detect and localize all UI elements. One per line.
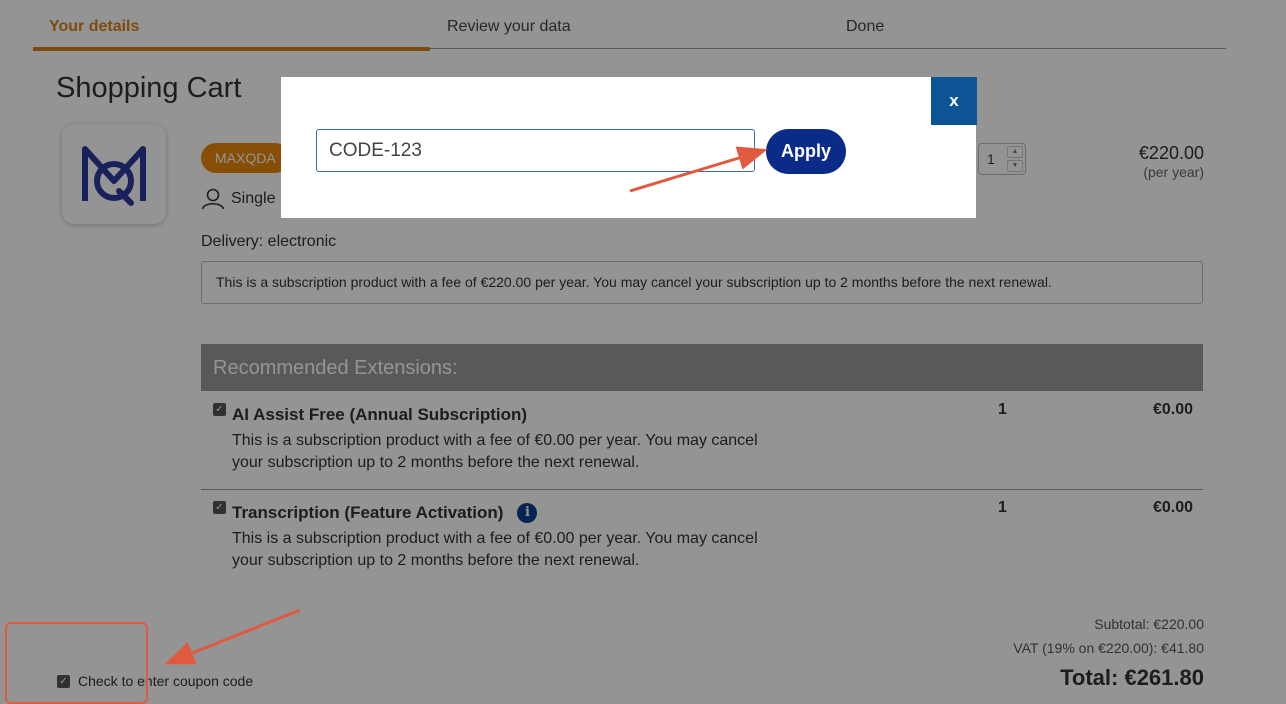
apply-button[interactable]: Apply bbox=[766, 129, 846, 174]
coupon-code-input[interactable] bbox=[316, 129, 755, 172]
close-button[interactable]: x bbox=[931, 77, 977, 125]
coupon-modal: x Apply bbox=[281, 77, 977, 218]
annotation-highlight-box bbox=[5, 622, 148, 704]
